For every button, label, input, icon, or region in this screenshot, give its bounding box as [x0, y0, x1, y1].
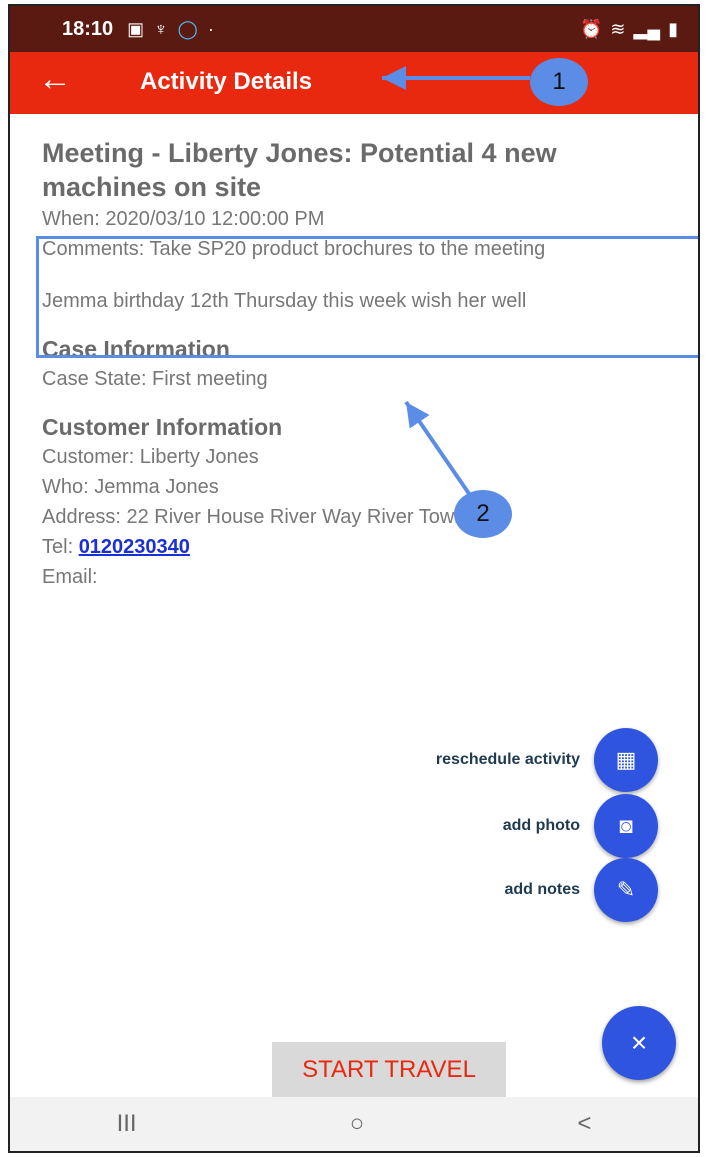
customer-tel: Tel: 0120230340 — [42, 532, 688, 562]
start-travel-button[interactable]: START TRAVEL — [272, 1042, 506, 1098]
status-right-icons: ⏰ ≋ ▂▄ ▮ — [580, 19, 678, 40]
annotation-badge-1: 1 — [530, 58, 588, 106]
customer-address: Address: 22 River House River Way River … — [42, 506, 507, 528]
add-photo-label[interactable]: add photo — [503, 817, 580, 835]
case-state: Case State: First meeting — [42, 368, 268, 390]
customer-email: Email: — [42, 566, 98, 588]
reschedule-activity-row: reschedule activity ▦ — [436, 728, 658, 792]
dot-icon: · — [207, 18, 214, 39]
tel-link[interactable]: 0120230340 — [79, 536, 190, 558]
activity-details: Meeting - Liberty Jones: Potential 4 new… — [42, 136, 688, 592]
edit-note-icon[interactable]: ✎ — [594, 858, 658, 922]
comments-highlight-box — [36, 236, 698, 358]
calendar-icon[interactable]: ▦ — [594, 728, 658, 792]
close-fab-button[interactable]: × — [602, 1006, 676, 1080]
home-icon[interactable]: ○ — [350, 1110, 365, 1138]
alarm-icon: ⏰ — [579, 18, 603, 39]
circle-icon: ◯ — [177, 18, 198, 39]
battery-icon: ▮ — [668, 18, 678, 39]
back-arrow-icon[interactable]: ← — [38, 60, 72, 99]
reschedule-activity-label[interactable]: reschedule activity — [436, 751, 580, 769]
nav-back-icon[interactable]: < — [577, 1110, 591, 1138]
annotation-badge-2: 2 — [454, 490, 512, 538]
gallery-icon: ▣ — [127, 18, 145, 39]
camera-icon[interactable]: ◙ — [594, 794, 658, 858]
status-bar: 18:10 ▣ ♆ ◯ · ⏰ ≋ ▂▄ ▮ — [10, 6, 698, 52]
add-notes-label[interactable]: add notes — [504, 881, 580, 899]
phone-screen: 18:10 ▣ ♆ ◯ · ⏰ ≋ ▂▄ ▮ ← Activity Detail… — [8, 4, 700, 1153]
signal-icon: ▂▄ — [633, 18, 661, 39]
tel-label: Tel: — [42, 536, 74, 558]
usb-icon: ♆ — [154, 18, 168, 39]
add-photo-row: add photo ◙ — [503, 794, 658, 858]
status-left-icons: ▣ ♆ ◯ · — [127, 19, 214, 40]
wifi-icon: ≋ — [610, 18, 626, 39]
customer-heading: Customer Information — [42, 414, 283, 440]
status-time: 18:10 — [62, 17, 114, 40]
activity-title: Meeting - Liberty Jones: Potential 4 new… — [42, 138, 557, 202]
app-bar: ← Activity Details — [10, 52, 698, 114]
add-notes-row: add notes ✎ — [504, 858, 658, 922]
recents-icon[interactable]: III — [117, 1110, 137, 1138]
page-title: Activity Details — [140, 68, 313, 95]
customer-name: Customer: Liberty Jones — [42, 446, 259, 468]
android-nav-bar: III ○ < — [10, 1097, 698, 1151]
activity-when: When: 2020/03/10 12:00:00 PM — [42, 208, 325, 230]
customer-contact: Who: Jemma Jones — [42, 476, 219, 498]
